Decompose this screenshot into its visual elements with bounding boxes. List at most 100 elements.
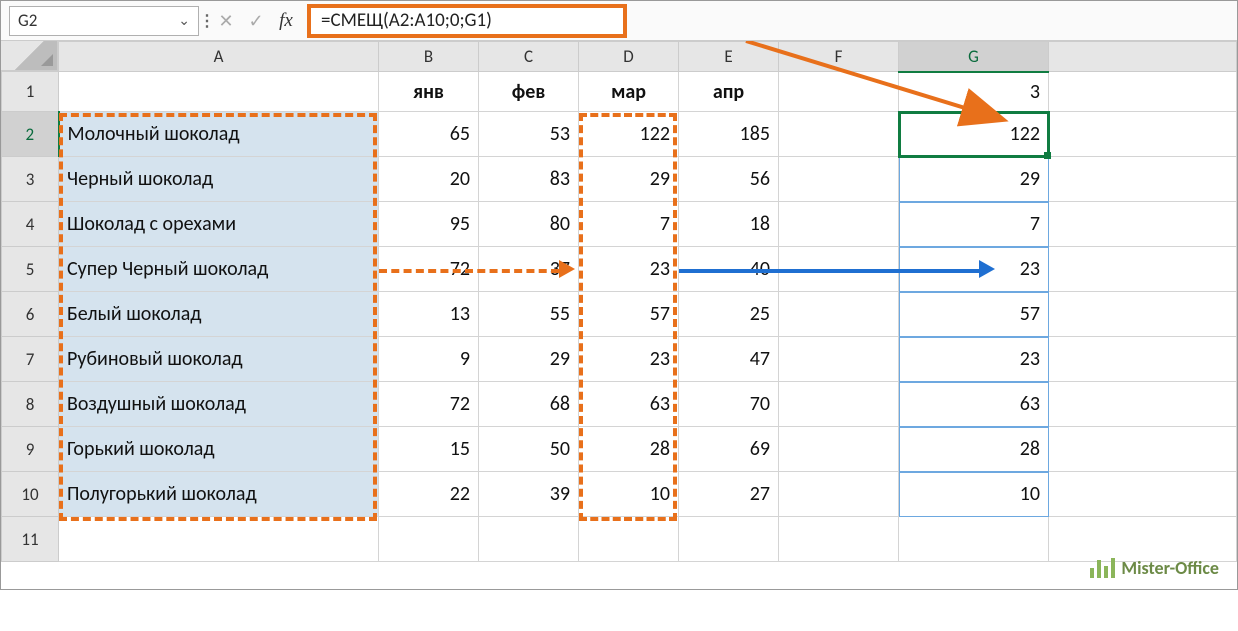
cell-E1[interactable]: апр <box>679 72 779 112</box>
cell-G9[interactable]: 28 <box>899 427 1049 472</box>
row-header-1[interactable]: 1 <box>2 72 59 112</box>
cell-B1[interactable]: янв <box>379 72 479 112</box>
cell-A1[interactable] <box>59 72 379 112</box>
cell-G2[interactable]: 122 <box>899 112 1049 157</box>
cell-A10[interactable]: Полугорький шоколад <box>59 472 379 517</box>
cell-A2[interactable]: Молочный шоколад <box>59 112 379 157</box>
cell-B3[interactable]: 20 <box>379 157 479 202</box>
col-header-G[interactable]: G <box>899 42 1049 72</box>
cell-G8[interactable]: 63 <box>899 382 1049 427</box>
cell-D4[interactable]: 7 <box>579 202 679 247</box>
cell-G10[interactable]: 10 <box>899 472 1049 517</box>
cell-B6[interactable]: 13 <box>379 292 479 337</box>
cell-blank10[interactable] <box>1049 472 1237 517</box>
cell-F6[interactable] <box>779 292 899 337</box>
cell-B7[interactable]: 9 <box>379 337 479 382</box>
row-header-5[interactable]: 5 <box>2 247 59 292</box>
row-header-2[interactable]: 2 <box>2 112 59 157</box>
cell-E10[interactable]: 27 <box>679 472 779 517</box>
cell-G4[interactable]: 7 <box>899 202 1049 247</box>
cell-F4[interactable] <box>779 202 899 247</box>
cell-E8[interactable]: 70 <box>679 382 779 427</box>
cell-G7[interactable]: 23 <box>899 337 1049 382</box>
cell-C3[interactable]: 83 <box>479 157 579 202</box>
cell-A6[interactable]: Белый шоколад <box>59 292 379 337</box>
fx-icon[interactable]: fx <box>271 10 301 32</box>
cell-E3[interactable]: 56 <box>679 157 779 202</box>
cell-B9[interactable]: 15 <box>379 427 479 472</box>
cell-A3[interactable]: Черный шоколад <box>59 157 379 202</box>
accept-icon[interactable]: ✓ <box>241 6 271 36</box>
cell-blank5[interactable] <box>1049 247 1237 292</box>
col-header-F[interactable]: F <box>779 42 899 72</box>
cell-E9[interactable]: 69 <box>679 427 779 472</box>
col-header-blank[interactable] <box>1049 42 1237 72</box>
cancel-icon[interactable]: ✕ <box>211 6 241 36</box>
cell-B8[interactable]: 72 <box>379 382 479 427</box>
cell-blank4[interactable] <box>1049 202 1237 247</box>
row-header-4[interactable]: 4 <box>2 202 59 247</box>
cell-D1[interactable]: мар <box>579 72 679 112</box>
cell-E6[interactable]: 25 <box>679 292 779 337</box>
col-header-D[interactable]: D <box>579 42 679 72</box>
cell-B2[interactable]: 65 <box>379 112 479 157</box>
cell-C7[interactable]: 29 <box>479 337 579 382</box>
cell-G6[interactable]: 57 <box>899 292 1049 337</box>
col-header-C[interactable]: C <box>479 42 579 72</box>
cell-C2[interactable]: 53 <box>479 112 579 157</box>
cell-D2[interactable]: 122 <box>579 112 679 157</box>
row-header-8[interactable]: 8 <box>2 382 59 427</box>
cell-C6[interactable]: 55 <box>479 292 579 337</box>
cell-G3[interactable]: 29 <box>899 157 1049 202</box>
cell-D3[interactable]: 29 <box>579 157 679 202</box>
row-header-7[interactable]: 7 <box>2 337 59 382</box>
cell-C4[interactable]: 80 <box>479 202 579 247</box>
row-header-3[interactable]: 3 <box>2 157 59 202</box>
cell-A5[interactable]: Супер Черный шоколад <box>59 247 379 292</box>
cell-blank6[interactable] <box>1049 292 1237 337</box>
cell-F3[interactable] <box>779 157 899 202</box>
name-box[interactable]: G2 ⌄ <box>9 6 199 36</box>
cell-A8[interactable]: Воздушный шоколад <box>59 382 379 427</box>
cell-E4[interactable]: 18 <box>679 202 779 247</box>
cell-D8[interactable]: 63 <box>579 382 679 427</box>
cell-D6[interactable]: 57 <box>579 292 679 337</box>
cell-B5[interactable]: 72 <box>379 247 479 292</box>
cell-blank7[interactable] <box>1049 337 1237 382</box>
cell-C5[interactable]: 37 <box>479 247 579 292</box>
cell-E2[interactable]: 185 <box>679 112 779 157</box>
select-all-triangle[interactable] <box>1 41 58 71</box>
cell-D5[interactable]: 23 <box>579 247 679 292</box>
cell-blank-1[interactable] <box>1049 72 1237 112</box>
cell-D9[interactable]: 28 <box>579 427 679 472</box>
formula-input[interactable]: =СМЕЩ(A2:A10;0;G1) <box>307 4 627 38</box>
cell-G5[interactable]: 23 <box>899 247 1049 292</box>
cell-blank2[interactable] <box>1049 112 1237 157</box>
cell-C1[interactable]: фев <box>479 72 579 112</box>
cell-B4[interactable]: 95 <box>379 202 479 247</box>
cell-F10[interactable] <box>779 472 899 517</box>
cell-F2[interactable] <box>779 112 899 157</box>
cell-C9[interactable]: 50 <box>479 427 579 472</box>
cell-F9[interactable] <box>779 427 899 472</box>
cell-C8[interactable]: 68 <box>479 382 579 427</box>
cell-B10[interactable]: 22 <box>379 472 479 517</box>
cell-F8[interactable] <box>779 382 899 427</box>
row-header-6[interactable]: 6 <box>2 292 59 337</box>
cell-G1[interactable]: 3 <box>899 72 1049 112</box>
cell-A4[interactable]: Шоколад с орехами <box>59 202 379 247</box>
row-header-10[interactable]: 10 <box>2 472 59 517</box>
cell-D10[interactable]: 10 <box>579 472 679 517</box>
cell-blank3[interactable] <box>1049 157 1237 202</box>
cell-F1[interactable] <box>779 72 899 112</box>
cell-F5[interactable] <box>779 247 899 292</box>
chevron-down-icon[interactable]: ⌄ <box>178 12 190 29</box>
cell-blank9[interactable] <box>1049 427 1237 472</box>
row-header-9[interactable]: 9 <box>2 427 59 472</box>
cell-A9[interactable]: Горький шоколад <box>59 427 379 472</box>
cell-A11[interactable] <box>59 517 379 562</box>
row-header-11[interactable]: 11 <box>2 517 59 562</box>
cell-E5[interactable]: 40 <box>679 247 779 292</box>
cell-A7[interactable]: Рубиновый шоколад <box>59 337 379 382</box>
cell-E7[interactable]: 47 <box>679 337 779 382</box>
